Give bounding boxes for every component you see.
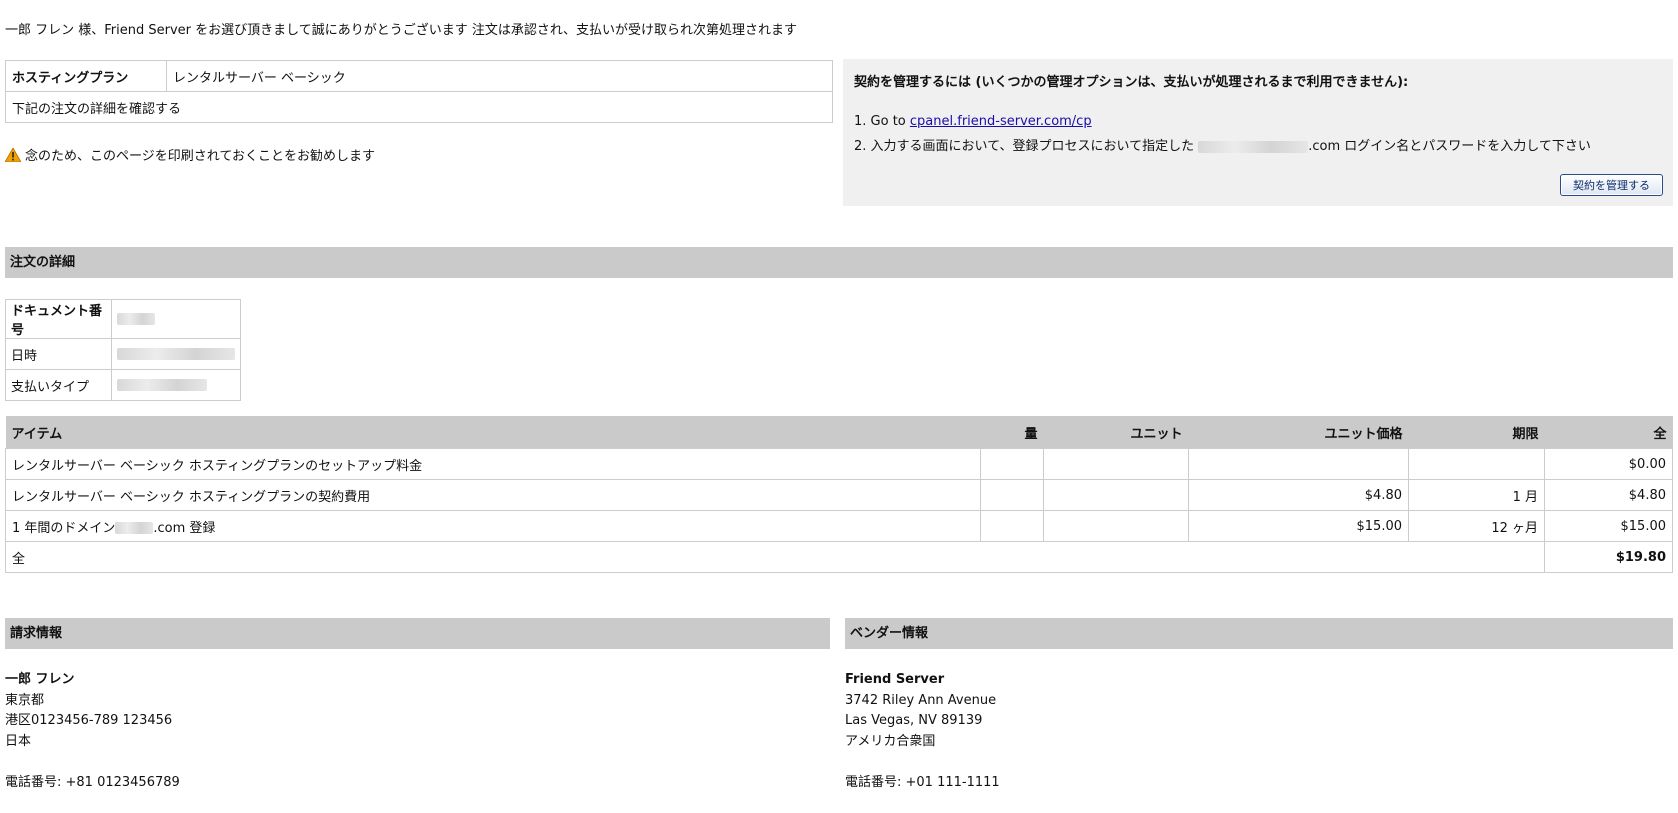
date-row: 日時 — [5, 338, 241, 370]
confirm-row: 下記の注文の詳細を確認する — [5, 91, 833, 123]
vendor-line-3: アメリカ合衆国 — [845, 733, 936, 749]
date-label: 日時 — [5, 338, 112, 370]
total-label: 全 — [5, 541, 1545, 573]
plan-summary-table: ホスティングプラン レンタルサーバー ベーシック 下記の注文の詳細を確認する — [5, 60, 833, 123]
billing-phone: 電話番号: +81 0123456789 — [5, 775, 180, 790]
vendor-address: Friend Server 3742 Riley Ann Avenue Las … — [845, 670, 1000, 794]
document-info-table: ドキュメント番号 日時 支払いタイプ — [5, 299, 241, 401]
plan-row: ホスティングプラン レンタルサーバー ベーシック — [5, 60, 833, 92]
table-row: レンタルサーバー ベーシック ホスティングプランのセットアップ料金 $0.00 — [5, 448, 1673, 480]
item-qty — [980, 510, 1044, 542]
confirm-text: 下記の注文の詳細を確認する — [5, 91, 833, 123]
manage-title: 契約を管理するには (いくつかの管理オプションは、支払いが処理されるまで利用でき… — [854, 75, 1409, 90]
vendor-phone: 電話番号: +01 111-1111 — [845, 775, 1000, 790]
redacted-domain — [1198, 140, 1309, 153]
item-total: $4.80 — [1544, 479, 1673, 511]
cpanel-link[interactable]: cpanel.friend-server.com/cp — [910, 114, 1092, 129]
table-row: レンタルサーバー ベーシック ホスティングプランの契約費用 $4.80 1 月 … — [5, 479, 1673, 511]
warning-icon — [5, 147, 21, 162]
item-term: 12 ヶ月 — [1408, 510, 1545, 542]
billing-info-header: 請求情報 — [5, 618, 830, 649]
item-name-suffix: .com 登録 — [153, 520, 216, 536]
billing-line-1: 東京都 — [5, 692, 45, 708]
order-details-header: 注文の詳細 — [5, 247, 1673, 278]
header-total: 全 — [1544, 416, 1673, 449]
doc-number-row: ドキュメント番号 — [5, 299, 241, 339]
header-unit-price: ユニット価格 — [1188, 416, 1409, 449]
vendor-line-1: 3742 Riley Ann Avenue — [845, 692, 997, 708]
item-unit — [1043, 510, 1189, 542]
step2-prefix: 2. 入力する画面において、登録プロセスにおいて指定した — [854, 139, 1195, 154]
item-qty — [980, 448, 1044, 480]
item-total: $0.00 — [1544, 448, 1673, 480]
item-unit-price — [1188, 448, 1409, 480]
manage-step-1: 1. Go to cpanel.friend-server.com/cp — [854, 114, 1092, 129]
payment-type-label: 支払いタイプ — [5, 369, 112, 401]
item-qty — [980, 479, 1044, 511]
step2-suffix: .com ログイン名とパスワードを入力して下さい — [1308, 139, 1591, 154]
redacted-payment-type — [117, 379, 207, 391]
vendor-name: Friend Server — [845, 672, 945, 687]
item-unit — [1043, 448, 1189, 480]
item-name: レンタルサーバー ベーシック ホスティングプランのセットアップ料金 — [5, 448, 981, 480]
doc-number-value — [111, 299, 241, 339]
total-row: 全 $19.80 — [5, 541, 1673, 573]
item-unit-price: $4.80 — [1188, 479, 1409, 511]
item-term — [1408, 448, 1545, 480]
step1-text: 1. Go to — [854, 114, 910, 129]
redacted-date — [117, 348, 235, 360]
vendor-info-header: ベンダー情報 — [845, 618, 1673, 649]
item-name: レンタルサーバー ベーシック ホスティングプランの契約費用 — [5, 479, 981, 511]
date-value — [111, 338, 241, 370]
header-item: アイテム — [5, 416, 981, 449]
item-name-prefix: 1 年間のドメイン — [12, 520, 116, 536]
print-notice: 念のため、このページを印刷されておくことをお勧めします — [5, 145, 375, 164]
billing-line-2: 港区0123456-789 123456 — [5, 713, 173, 728]
order-items-table: アイテム 量 ユニット ユニット価格 期限 全 レンタルサーバー ベーシック ホ… — [5, 416, 1673, 573]
manage-step-2: 2. 入力する画面において、登録プロセスにおいて指定した .com ログイン名と… — [854, 135, 1591, 154]
item-total: $15.00 — [1544, 510, 1673, 542]
vendor-line-2: Las Vegas, NV 89139 — [845, 713, 983, 728]
item-name: 1 年間のドメイン .com 登録 — [5, 510, 981, 542]
redacted-domain — [115, 522, 154, 534]
item-unit-price: $15.00 — [1188, 510, 1409, 542]
billing-address: 一郎 フレン 東京都 港区0123456-789 123456 日本 電話番号:… — [5, 670, 180, 794]
table-row: 1 年間のドメイン .com 登録 $15.00 12 ヶ月 $15.00 — [5, 510, 1673, 542]
manage-contract-panel: 契約を管理するには (いくつかの管理オプションは、支払いが処理されるまで利用でき… — [843, 59, 1673, 206]
item-unit — [1043, 479, 1189, 511]
billing-line-3: 日本 — [5, 733, 32, 749]
plan-label: ホスティングプラン — [5, 60, 167, 92]
total-value: $19.80 — [1544, 541, 1673, 573]
payment-type-value — [111, 369, 241, 401]
billing-name: 一郎 フレン — [5, 672, 75, 687]
header-unit: ユニット — [1043, 416, 1189, 449]
header-term: 期限 — [1408, 416, 1545, 449]
redacted-doc-number — [117, 313, 155, 325]
items-header-row: アイテム 量 ユニット ユニット価格 期限 全 — [5, 416, 1673, 449]
print-notice-text: 念のため、このページを印刷されておくことをお勧めします — [25, 149, 375, 164]
confirmation-message: 一郎 フレン 様、Friend Server をお選び頂きまして誠にありがとうご… — [5, 23, 798, 38]
header-qty: 量 — [980, 416, 1044, 449]
item-term: 1 月 — [1408, 479, 1545, 511]
payment-type-row: 支払いタイプ — [5, 369, 241, 401]
plan-value: レンタルサーバー ベーシック — [166, 60, 833, 92]
doc-number-label: ドキュメント番号 — [5, 299, 112, 339]
manage-contract-button[interactable]: 契約を管理する — [1560, 174, 1663, 196]
